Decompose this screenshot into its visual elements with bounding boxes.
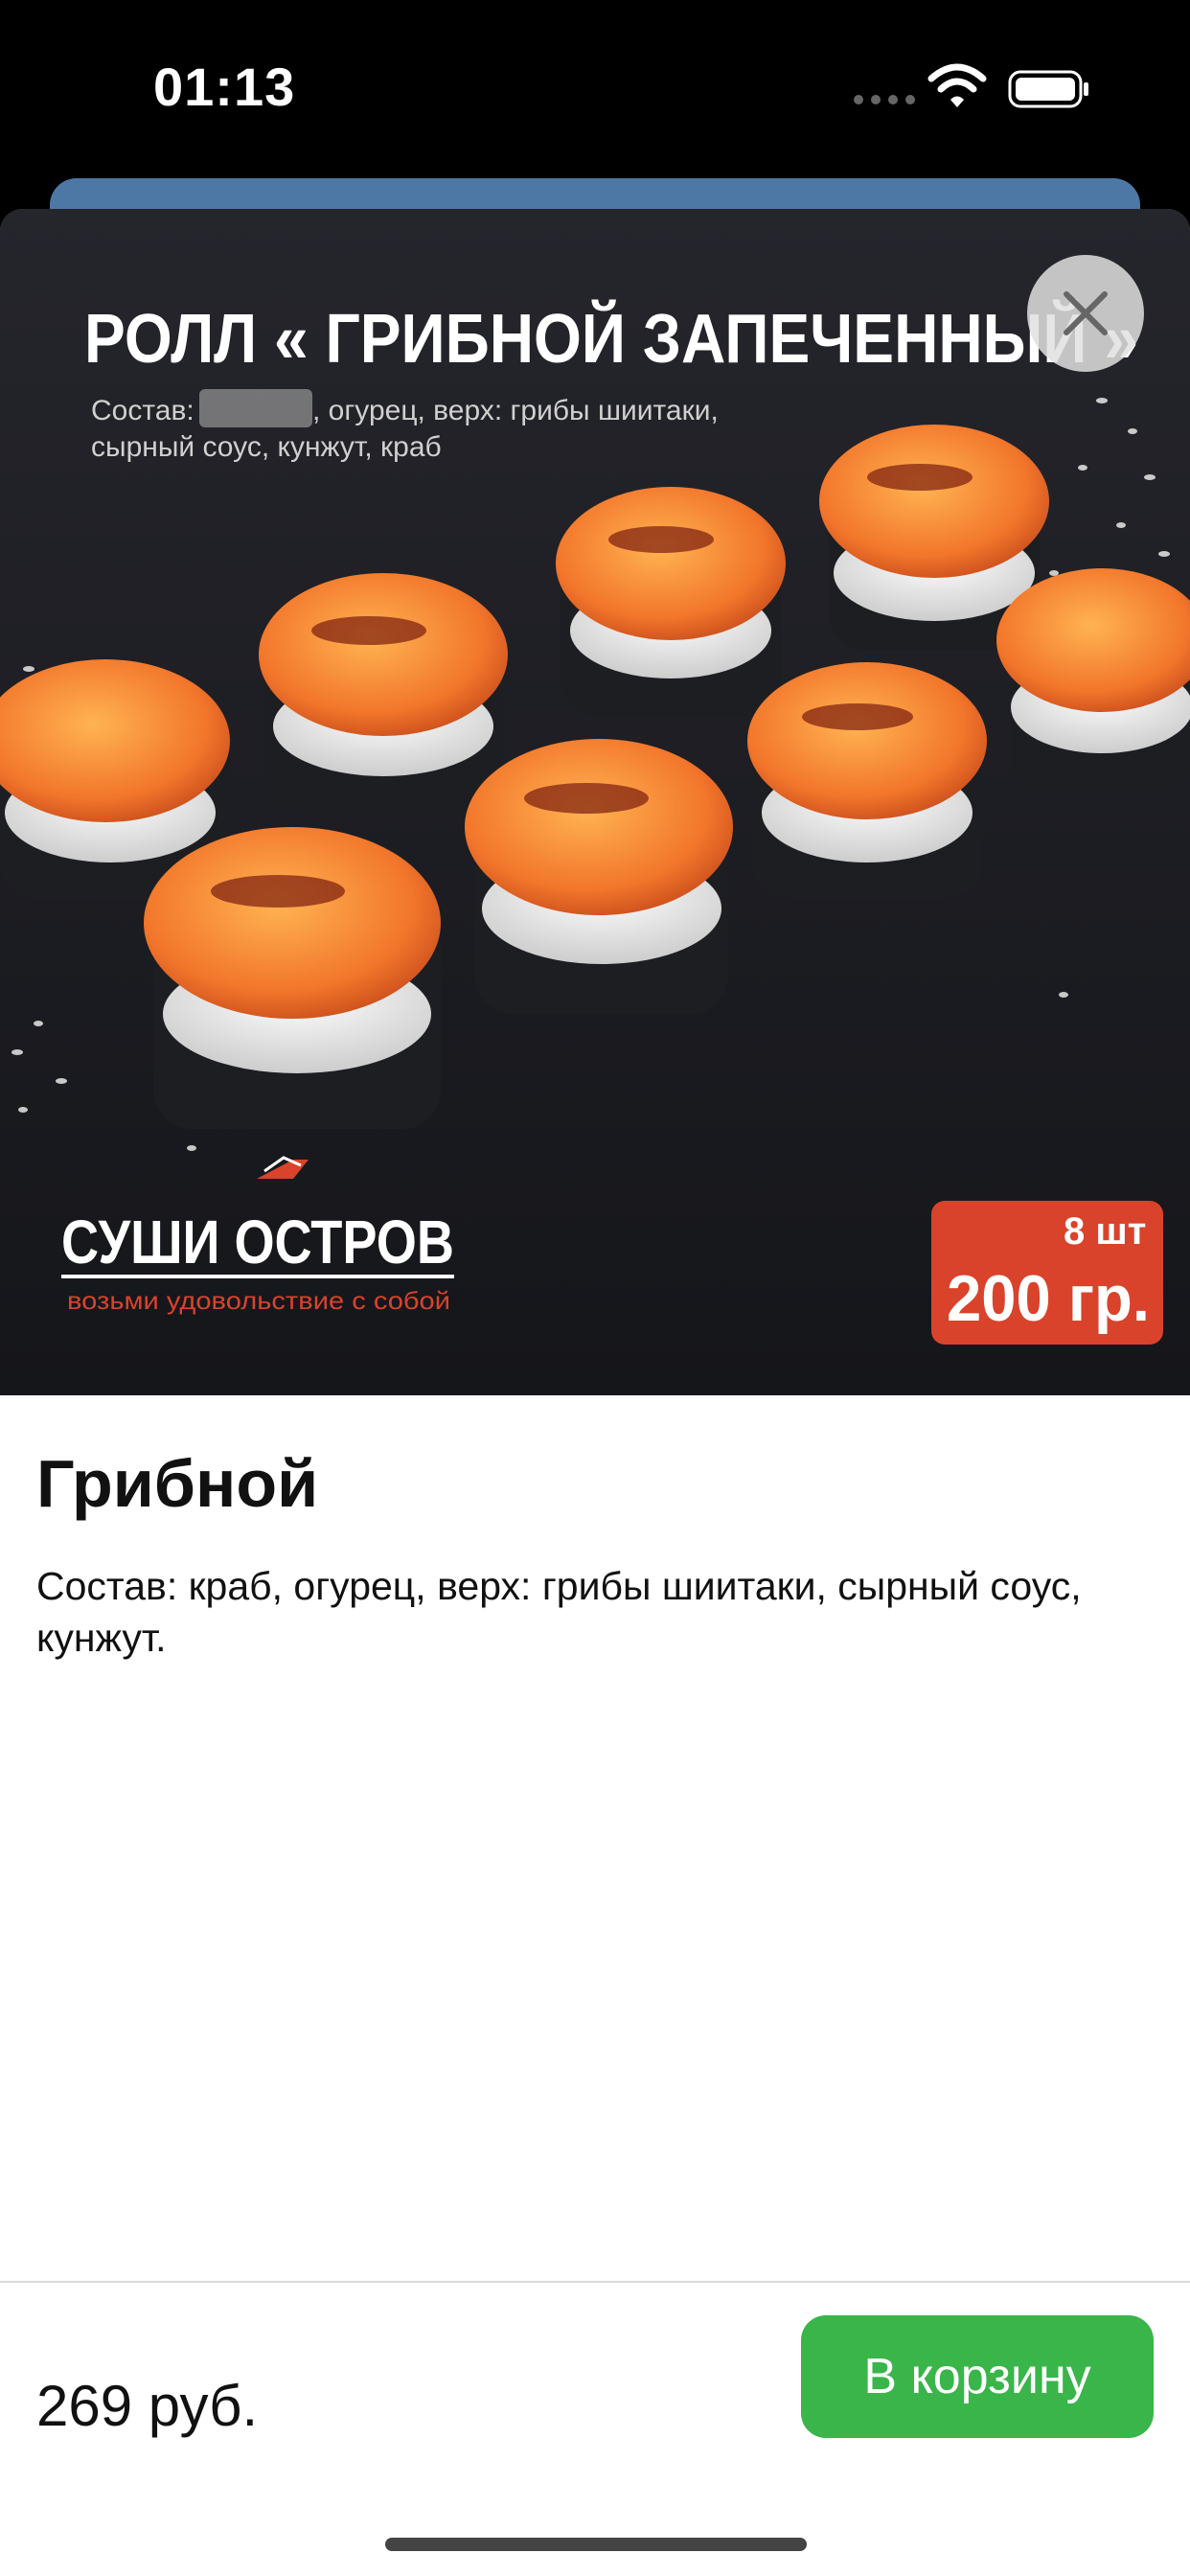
close-button[interactable] — [1027, 255, 1144, 372]
signal-icon — [854, 95, 915, 104]
product-sheet: РОЛЛ « ГРИБНОЙ ЗАПЕЧЕННЫЙ » Состав: , ог… — [0, 209, 1190, 2576]
product-description: Состав: краб, огурец, верх: грибы шиитак… — [36, 1564, 1082, 1660]
status-bar: 01:13 — [0, 0, 1190, 182]
battery-icon — [1008, 70, 1088, 108]
badge-weight: 200 гр. — [947, 1262, 1150, 1335]
footer-divider — [0, 2281, 1190, 2283]
weight-badge: 8 шт 200 гр. — [931, 1201, 1163, 1345]
product-image: РОЛЛ « ГРИБНОЙ ЗАПЕЧЕННЫЙ » Состав: , ог… — [0, 209, 1190, 1395]
hero-headline: РОЛЛ « ГРИБНОЙ ЗАПЕЧЕННЫЙ » — [84, 299, 1138, 378]
wifi-icon — [927, 63, 987, 107]
price-label: 269 руб. — [36, 2374, 259, 2438]
home-indicator[interactable] — [385, 2538, 807, 2551]
close-icon — [1064, 291, 1108, 335]
brand-name: СУШИ ОСТРОВ — [61, 1208, 454, 1276]
product-photo: РОЛЛ « ГРИБНОЙ ЗАПЕЧЕННЫЙ » Состав: , ог… — [0, 209, 1190, 1395]
blurred-text-patch — [199, 389, 312, 427]
add-to-cart-button[interactable]: В корзину — [801, 2315, 1154, 2438]
hero-ingredients-prefix: Состав: — [91, 395, 195, 426]
hero-ingredients-line2: сырный соус, кунжут, краб — [91, 431, 442, 463]
brand-tagline: возьми удовольствие с собой — [67, 1286, 450, 1315]
product-title: Грибной — [36, 1446, 319, 1521]
status-time: 01:13 — [153, 57, 296, 117]
badge-pieces: 8 шт — [1064, 1210, 1146, 1253]
hero-ingredients-suffix: , огурец, верх: грибы шиитаки, — [312, 395, 719, 426]
